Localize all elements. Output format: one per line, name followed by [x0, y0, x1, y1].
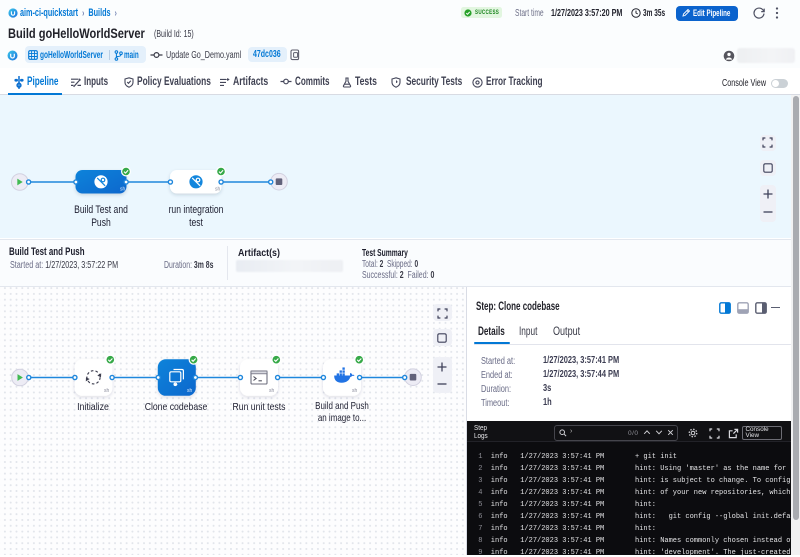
svg-text:sh: sh: [269, 388, 275, 394]
svg-text:sh: sh: [215, 187, 221, 193]
svg-text:sh: sh: [104, 388, 110, 394]
svg-text:sh: sh: [352, 388, 358, 394]
svg-text:sh: sh: [120, 187, 126, 193]
svg-text:sh: sh: [187, 388, 193, 394]
